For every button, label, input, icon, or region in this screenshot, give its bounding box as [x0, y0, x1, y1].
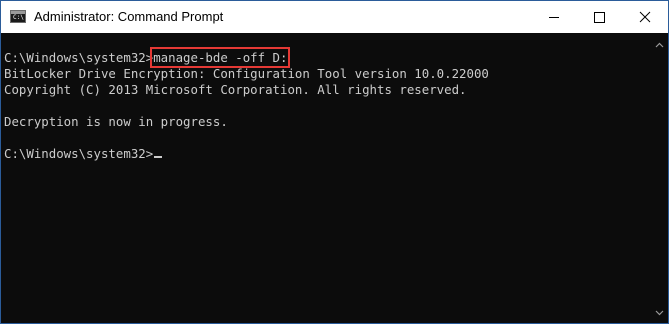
maximize-icon — [594, 12, 605, 23]
cmd-icon[interactable]: C:\ — [10, 10, 26, 23]
window-title: Administrator: Command Prompt — [34, 9, 224, 24]
scroll-down-button[interactable] — [651, 304, 668, 321]
close-icon — [639, 11, 651, 23]
close-button[interactable] — [622, 1, 668, 33]
command-prompt-window: C:\ Administrator: Command Prompt C:\Win… — [0, 0, 669, 324]
vertical-scrollbar[interactable] — [651, 33, 668, 323]
text-cursor — [154, 156, 163, 158]
command-line: C:\Windows\system32>manage-bde -off D: — [4, 47, 291, 68]
cmd-icon-text: C:\ — [13, 14, 24, 21]
final-prompt-line: C:\Windows\system32> — [4, 146, 163, 162]
chevron-up-icon — [655, 42, 664, 48]
output-line-1: BitLocker Drive Encryption: Configuratio… — [4, 66, 489, 81]
title-bar[interactable]: C:\ Administrator: Command Prompt — [1, 1, 668, 33]
minimize-button[interactable] — [531, 1, 577, 33]
scroll-up-button[interactable] — [651, 37, 668, 54]
prompt-text: C:\Windows\system32> — [4, 50, 154, 65]
highlighted-command: manage-bde -off D: — [150, 47, 291, 68]
chevron-down-icon — [655, 310, 664, 316]
console-area[interactable]: C:\Windows\system32>manage-bde -off D: B… — [1, 33, 668, 323]
final-prompt-text: C:\Windows\system32> — [4, 146, 154, 161]
maximize-button[interactable] — [576, 1, 622, 33]
output-line-2: Copyright (C) 2013 Microsoft Corporation… — [4, 82, 467, 97]
output-line-4: Decryption is now in progress. — [4, 114, 228, 129]
minimize-icon — [549, 17, 559, 18]
